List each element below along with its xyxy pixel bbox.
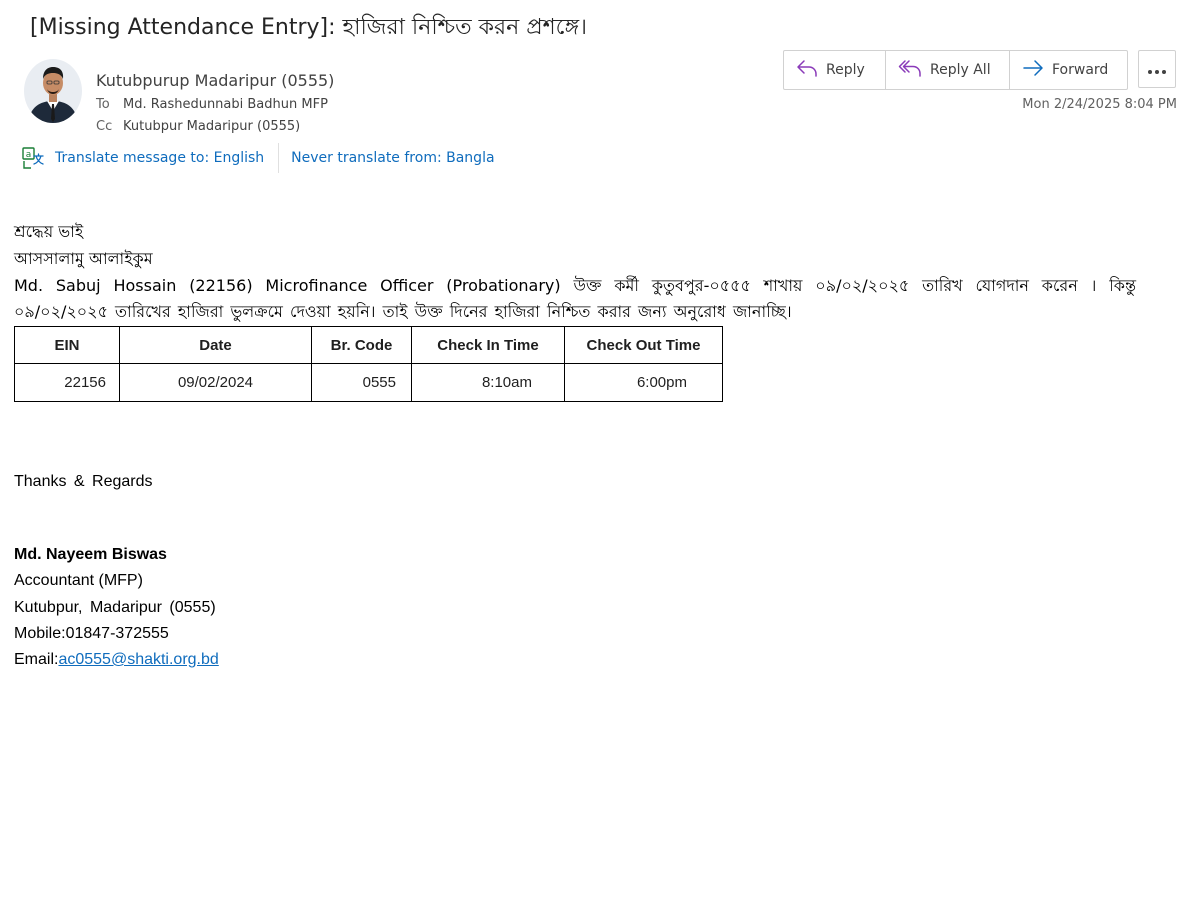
more-actions-button[interactable] [1138,50,1176,88]
sent-timestamp: Mon 2/24/2025 8:04 PM [1022,97,1177,112]
signature-title: Accountant (MFP) [14,572,143,589]
translate-divider [278,143,280,173]
attendance-table: EIN Date Br. Code Check In Time Check Ou… [14,326,723,402]
greeting: আসসালামু আলাইকুম [14,249,153,268]
reply-label: Reply [826,62,865,78]
header-check-out: Check Out Time [564,326,723,364]
action-buttons: Reply Reply All Forward [783,50,1128,90]
translate-message-link[interactable]: Translate message to: English [55,150,264,166]
closing: Thanks & Regards [14,473,153,490]
cell-date: 09/02/2024 [119,363,312,402]
body-paragraph: Md. Sabuj Hossain (22156) Microfinance O… [14,276,1136,321]
table-row: 22156 09/02/2024 0555 8:10am 6:00pm [14,363,723,402]
cell-ein: 22156 [14,363,120,402]
header-branch-code: Br. Code [311,326,412,364]
reply-all-button[interactable]: Reply All [886,51,1010,89]
salutation: শ্রদ্ধেয় ভাই [14,222,84,241]
to-label: To [96,97,110,112]
reply-all-label: Reply All [930,62,991,78]
reply-icon [796,58,826,82]
forward-label: Forward [1052,62,1109,78]
email-label: Email: [14,651,59,668]
signature-mobile: Mobile:01847-372555 [14,625,169,642]
table-header-row: EIN Date Br. Code Check In Time Check Ou… [14,326,723,364]
signature-branch: Kutubpur, Madaripur (0555) [14,599,216,616]
sender-avatar[interactable] [24,59,82,123]
header-check-in: Check In Time [411,326,565,364]
forward-icon [1022,58,1052,82]
cc-label: Cc [96,119,113,134]
cell-branch-code: 0555 [311,363,412,402]
cc-row: Cc Kutubpur Madaripur (0555) [96,117,300,137]
sender-name[interactable]: Kutubpurup Madaripur (0555) [96,69,334,93]
cell-check-out: 6:00pm [564,363,723,402]
reply-all-icon [898,58,930,82]
never-translate-link[interactable]: Never translate from: Bangla [291,150,494,166]
svg-text:a: a [26,150,32,160]
reply-button[interactable]: Reply [784,51,886,89]
translate-bar: a Translate message to: English Never tr… [22,143,495,173]
email-link[interactable]: ac0555@shakti.org.bd [58,651,218,668]
forward-button[interactable]: Forward [1010,51,1127,89]
cc-recipient[interactable]: Kutubpur Madaripur (0555) [123,119,300,134]
to-row: To Md. Rashedunnabi Badhun MFP [96,95,328,115]
email-subject: [Missing Attendance Entry]: হাজিরা নিশ্চ… [30,15,587,40]
to-recipient[interactable]: Md. Rashedunnabi Badhun MFP [123,97,328,112]
signature-email-row: Email:ac0555@shakti.org.bd [14,647,219,673]
header-date: Date [119,326,312,364]
signature-name: Md. Nayeem Biswas [14,546,167,563]
cell-check-in: 8:10am [411,363,565,402]
header-ein: EIN [14,326,120,364]
translate-icon: a [22,147,44,169]
more-horizontal-icon [1147,60,1167,79]
